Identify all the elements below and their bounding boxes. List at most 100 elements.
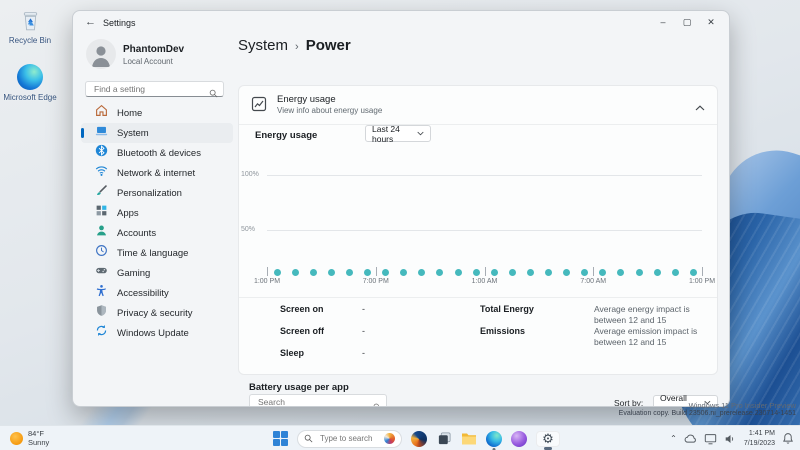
search-icon <box>373 398 381 406</box>
sidebar-item-label: Accounts <box>117 227 157 239</box>
stat-description: Average emission impact is between 12 an… <box>594 326 698 348</box>
x-axis-label: 7:00 AM <box>580 278 607 285</box>
search-highlights-icon <box>384 433 395 444</box>
taskbar: 84°F Sunny ⚙ ⌃ 1:41 PM 7/19/2023 <box>0 425 800 450</box>
y-axis-label: 100% <box>241 171 259 178</box>
taskbar-apps: ⚙ <box>411 430 560 450</box>
watermark-line2: Evaluation copy. Build 23506.ni_prerelea… <box>618 410 796 417</box>
sidebar-item-system[interactable]: System <box>81 123 233 143</box>
stat-value: - <box>362 304 365 314</box>
chart-dot <box>545 269 552 276</box>
minimize-button[interactable]: – <box>651 14 675 30</box>
sidebar-item-time-language[interactable]: Time & language <box>81 243 233 263</box>
clock[interactable]: 1:41 PM 7/19/2023 <box>744 429 775 447</box>
weather-condition: Sunny <box>28 438 50 448</box>
chart-dot <box>472 269 480 276</box>
maximize-button[interactable]: ▢ <box>675 14 699 30</box>
display-cast-icon[interactable] <box>704 433 717 445</box>
stat-value: - <box>362 326 365 336</box>
sidebar-item-windows-update[interactable]: Windows Update <box>81 323 233 343</box>
hidden-icons-chevron[interactable]: ⌃ <box>670 434 677 443</box>
x-axis-label: 7:00 PM <box>362 278 389 285</box>
sidebar-item-accessibility[interactable]: Accessibility <box>81 283 233 303</box>
sidebar-item-personalization[interactable]: Personalization <box>81 183 233 203</box>
accounts-icon <box>95 224 108 242</box>
tray-date: 7/19/2023 <box>743 439 775 447</box>
taskbar-search-input[interactable] <box>318 433 379 444</box>
sidebar-item-label: Home <box>117 107 143 119</box>
sidebar-nav: Home System Bluetooth & devices Network & i… <box>81 103 233 343</box>
sidebar-item-network-internet[interactable]: Network & internet <box>81 163 233 183</box>
gridline-100 <box>267 175 702 176</box>
system-icon <box>95 124 108 142</box>
sidebar-item-apps[interactable]: Apps <box>81 203 233 223</box>
taskbar-task-view-icon[interactable] <box>436 431 452 447</box>
stat-row-screen-on: Screen on - <box>280 304 365 314</box>
battery-search-input[interactable] <box>256 396 366 406</box>
divider <box>239 297 717 298</box>
sun-icon <box>10 431 23 445</box>
chart-dot <box>436 269 444 276</box>
sidebar-item-accounts[interactable]: Accounts <box>81 223 233 243</box>
user-name: PhantomDev <box>123 44 185 55</box>
sidebar-item-label: Time & language <box>117 247 189 259</box>
chart-dot <box>526 269 534 276</box>
titlebar[interactable]: ← Settings – ▢ ✕ <box>73 11 729 35</box>
taskbar-app-disc-icon[interactable] <box>411 430 427 447</box>
gridline-50 <box>267 230 702 231</box>
find-setting-search[interactable] <box>85 81 224 98</box>
back-button[interactable]: ← <box>85 16 96 28</box>
battery-usage-title: Battery usage per app <box>249 382 349 393</box>
weather-widget[interactable]: 84°F Sunny <box>10 429 49 448</box>
close-button[interactable]: ✕ <box>699 14 723 30</box>
taskbar-edge-icon[interactable] <box>486 430 502 450</box>
breadcrumb-system[interactable]: System <box>238 37 288 54</box>
battery-app-search[interactable] <box>249 394 387 406</box>
taskbar-settings-icon[interactable]: ⚙ <box>536 430 560 450</box>
stat-value: - <box>362 348 365 358</box>
stat-row-screen-off: Screen off - <box>280 326 365 336</box>
chart-dot <box>671 269 679 276</box>
desktop-icon-recycle-bin[interactable]: Recycle Bin <box>2 7 58 45</box>
y-axis-label: 50% <box>241 226 256 233</box>
card-subtitle: View info about energy usage <box>277 106 383 115</box>
sidebar-item-label: Gaming <box>117 267 151 279</box>
update-icon <box>95 324 108 342</box>
desktop-icon-label: Microsoft Edge <box>3 93 57 102</box>
sidebar-item-home[interactable]: Home <box>81 103 233 123</box>
taskbar-search[interactable] <box>297 429 402 448</box>
sidebar-item-label: Personalization <box>117 187 182 199</box>
stat-row-total-energy: Total Energy Average energy impact is be… <box>480 304 712 327</box>
onedrive-cloud-icon[interactable] <box>684 433 697 444</box>
taskbar-copilot-icon[interactable] <box>511 430 527 447</box>
sidebar-item-gaming[interactable]: Gaming <box>81 263 233 283</box>
accessibility-icon <box>95 284 108 302</box>
tray-time: 1:41 PM <box>748 430 775 438</box>
taskbar-file-explorer-icon[interactable] <box>461 431 477 447</box>
chart-dot <box>653 269 661 276</box>
stat-label: Emissions <box>480 326 526 336</box>
stat-row-sleep: Sleep - <box>280 348 365 358</box>
notification-bell-icon[interactable] <box>782 432 794 445</box>
period-dropdown-value: Last 24 hours <box>372 123 400 144</box>
sidebar-item-privacy-security[interactable]: Privacy & security <box>81 303 233 323</box>
sidebar-item-label: Bluetooth & devices <box>117 147 201 159</box>
x-axis-tick <box>267 267 268 276</box>
speaker-icon[interactable] <box>724 433 737 445</box>
chart-dot <box>454 269 462 276</box>
desktop-icon-microsoft-edge[interactable]: Microsoft Edge <box>2 64 58 102</box>
find-setting-input[interactable] <box>92 83 204 95</box>
weather-temp: 84°F <box>28 429 44 438</box>
avatar[interactable] <box>86 39 116 69</box>
search-icon <box>209 85 218 103</box>
sidebar-item-bluetooth-devices[interactable]: Bluetooth & devices <box>81 143 233 163</box>
stat-label: Total Energy <box>480 304 534 314</box>
collapse-chevron-up-icon[interactable] <box>695 98 705 116</box>
start-button[interactable] <box>273 431 288 446</box>
period-dropdown[interactable]: Last 24 hours <box>365 123 431 144</box>
chevron-down-icon <box>417 131 424 136</box>
user-account-type: Local Account <box>123 57 173 66</box>
desktop-icon-label: Recycle Bin <box>8 36 52 45</box>
chart-dot <box>599 269 607 276</box>
stat-row-emissions: Emissions Average emission impact is bet… <box>480 326 712 349</box>
